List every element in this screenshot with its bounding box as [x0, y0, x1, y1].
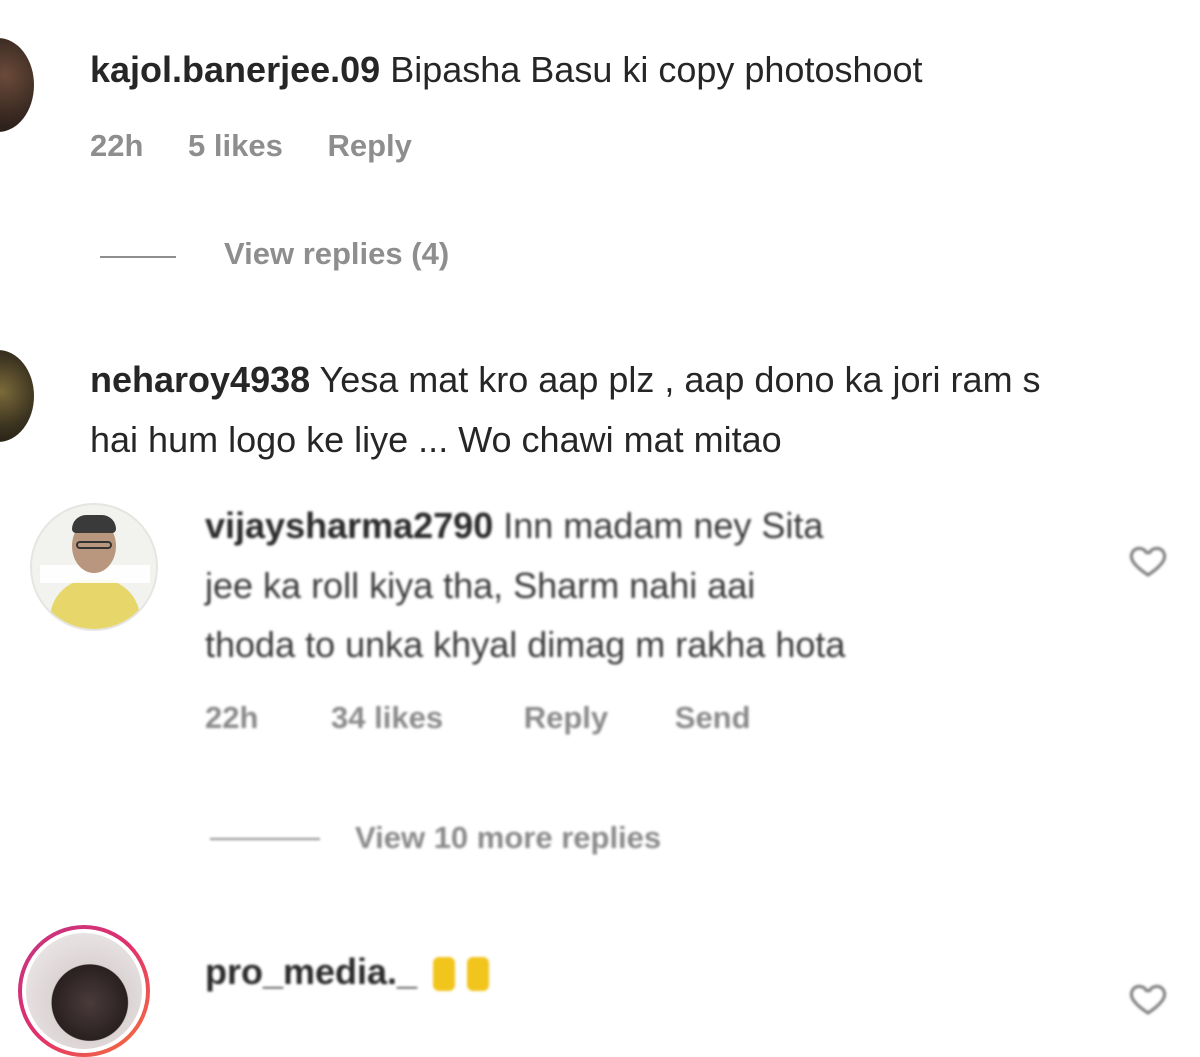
- reply-time: 22h: [205, 700, 259, 735]
- comment-likes[interactable]: 5 likes: [188, 128, 283, 163]
- view-more-line: [210, 838, 320, 840]
- comment-meta: 22h 5 likes Reply: [90, 128, 448, 164]
- raised-hands-emoji-icon: [467, 957, 490, 992]
- avatar[interactable]: [0, 38, 34, 132]
- reply-line-2: jee ka roll kiya tha, Sharm nahi aai: [205, 565, 756, 606]
- reply-button[interactable]: Reply: [327, 128, 411, 163]
- reply-line-1: vijaysharma2790 Inn madam ney Sita: [205, 496, 823, 556]
- avatar-glasses: [76, 541, 112, 549]
- avatar-shirt: [50, 579, 140, 629]
- heart-icon[interactable]: [1128, 978, 1168, 1018]
- avatar-image: [22, 929, 146, 1053]
- reply-line-3: thoda to unka khyal dimag m rakha hota: [205, 624, 846, 665]
- reply-meta: 22h 34 likes Reply Send: [205, 700, 787, 736]
- comment: kajol.banerjee.09 Bipasha Basu ki copy p…: [90, 40, 923, 100]
- view-replies-line: [100, 256, 176, 258]
- heart-icon[interactable]: [1128, 540, 1168, 580]
- view-more-replies-button[interactable]: View 10 more replies: [355, 820, 661, 856]
- comment-text: Yesa mat kro aap plz , aap dono ka jori …: [319, 359, 1041, 400]
- avatar[interactable]: [30, 503, 158, 631]
- comment-username[interactable]: neharoy4938: [90, 359, 310, 400]
- comment: neharoy4938 Yesa mat kro aap plz , aap d…: [90, 350, 1041, 410]
- comment-username[interactable]: pro_media._: [205, 951, 417, 992]
- story-avatar[interactable]: [18, 925, 150, 1057]
- raised-hands-emoji-icon: [433, 957, 456, 992]
- comment-text: Bipasha Basu ki copy photoshoot: [390, 49, 923, 90]
- avatar[interactable]: [0, 350, 34, 442]
- comment-text-line: hai hum logo ke liye ... Wo chawi mat mi…: [90, 419, 782, 460]
- send-button[interactable]: Send: [675, 700, 751, 735]
- comment-time: 22h: [90, 128, 144, 163]
- reply-likes[interactable]: 34 likes: [331, 700, 443, 735]
- comment-username[interactable]: kajol.banerjee.09: [90, 49, 380, 90]
- avatar-hair: [72, 515, 116, 533]
- last-comment-line: pro_media._: [205, 942, 490, 1002]
- reply-button[interactable]: Reply: [524, 700, 608, 735]
- reply-text: Inn madam ney Sita: [503, 505, 824, 546]
- reply-username[interactable]: vijaysharma2790: [205, 505, 493, 546]
- view-replies-button[interactable]: View replies (4): [224, 236, 449, 272]
